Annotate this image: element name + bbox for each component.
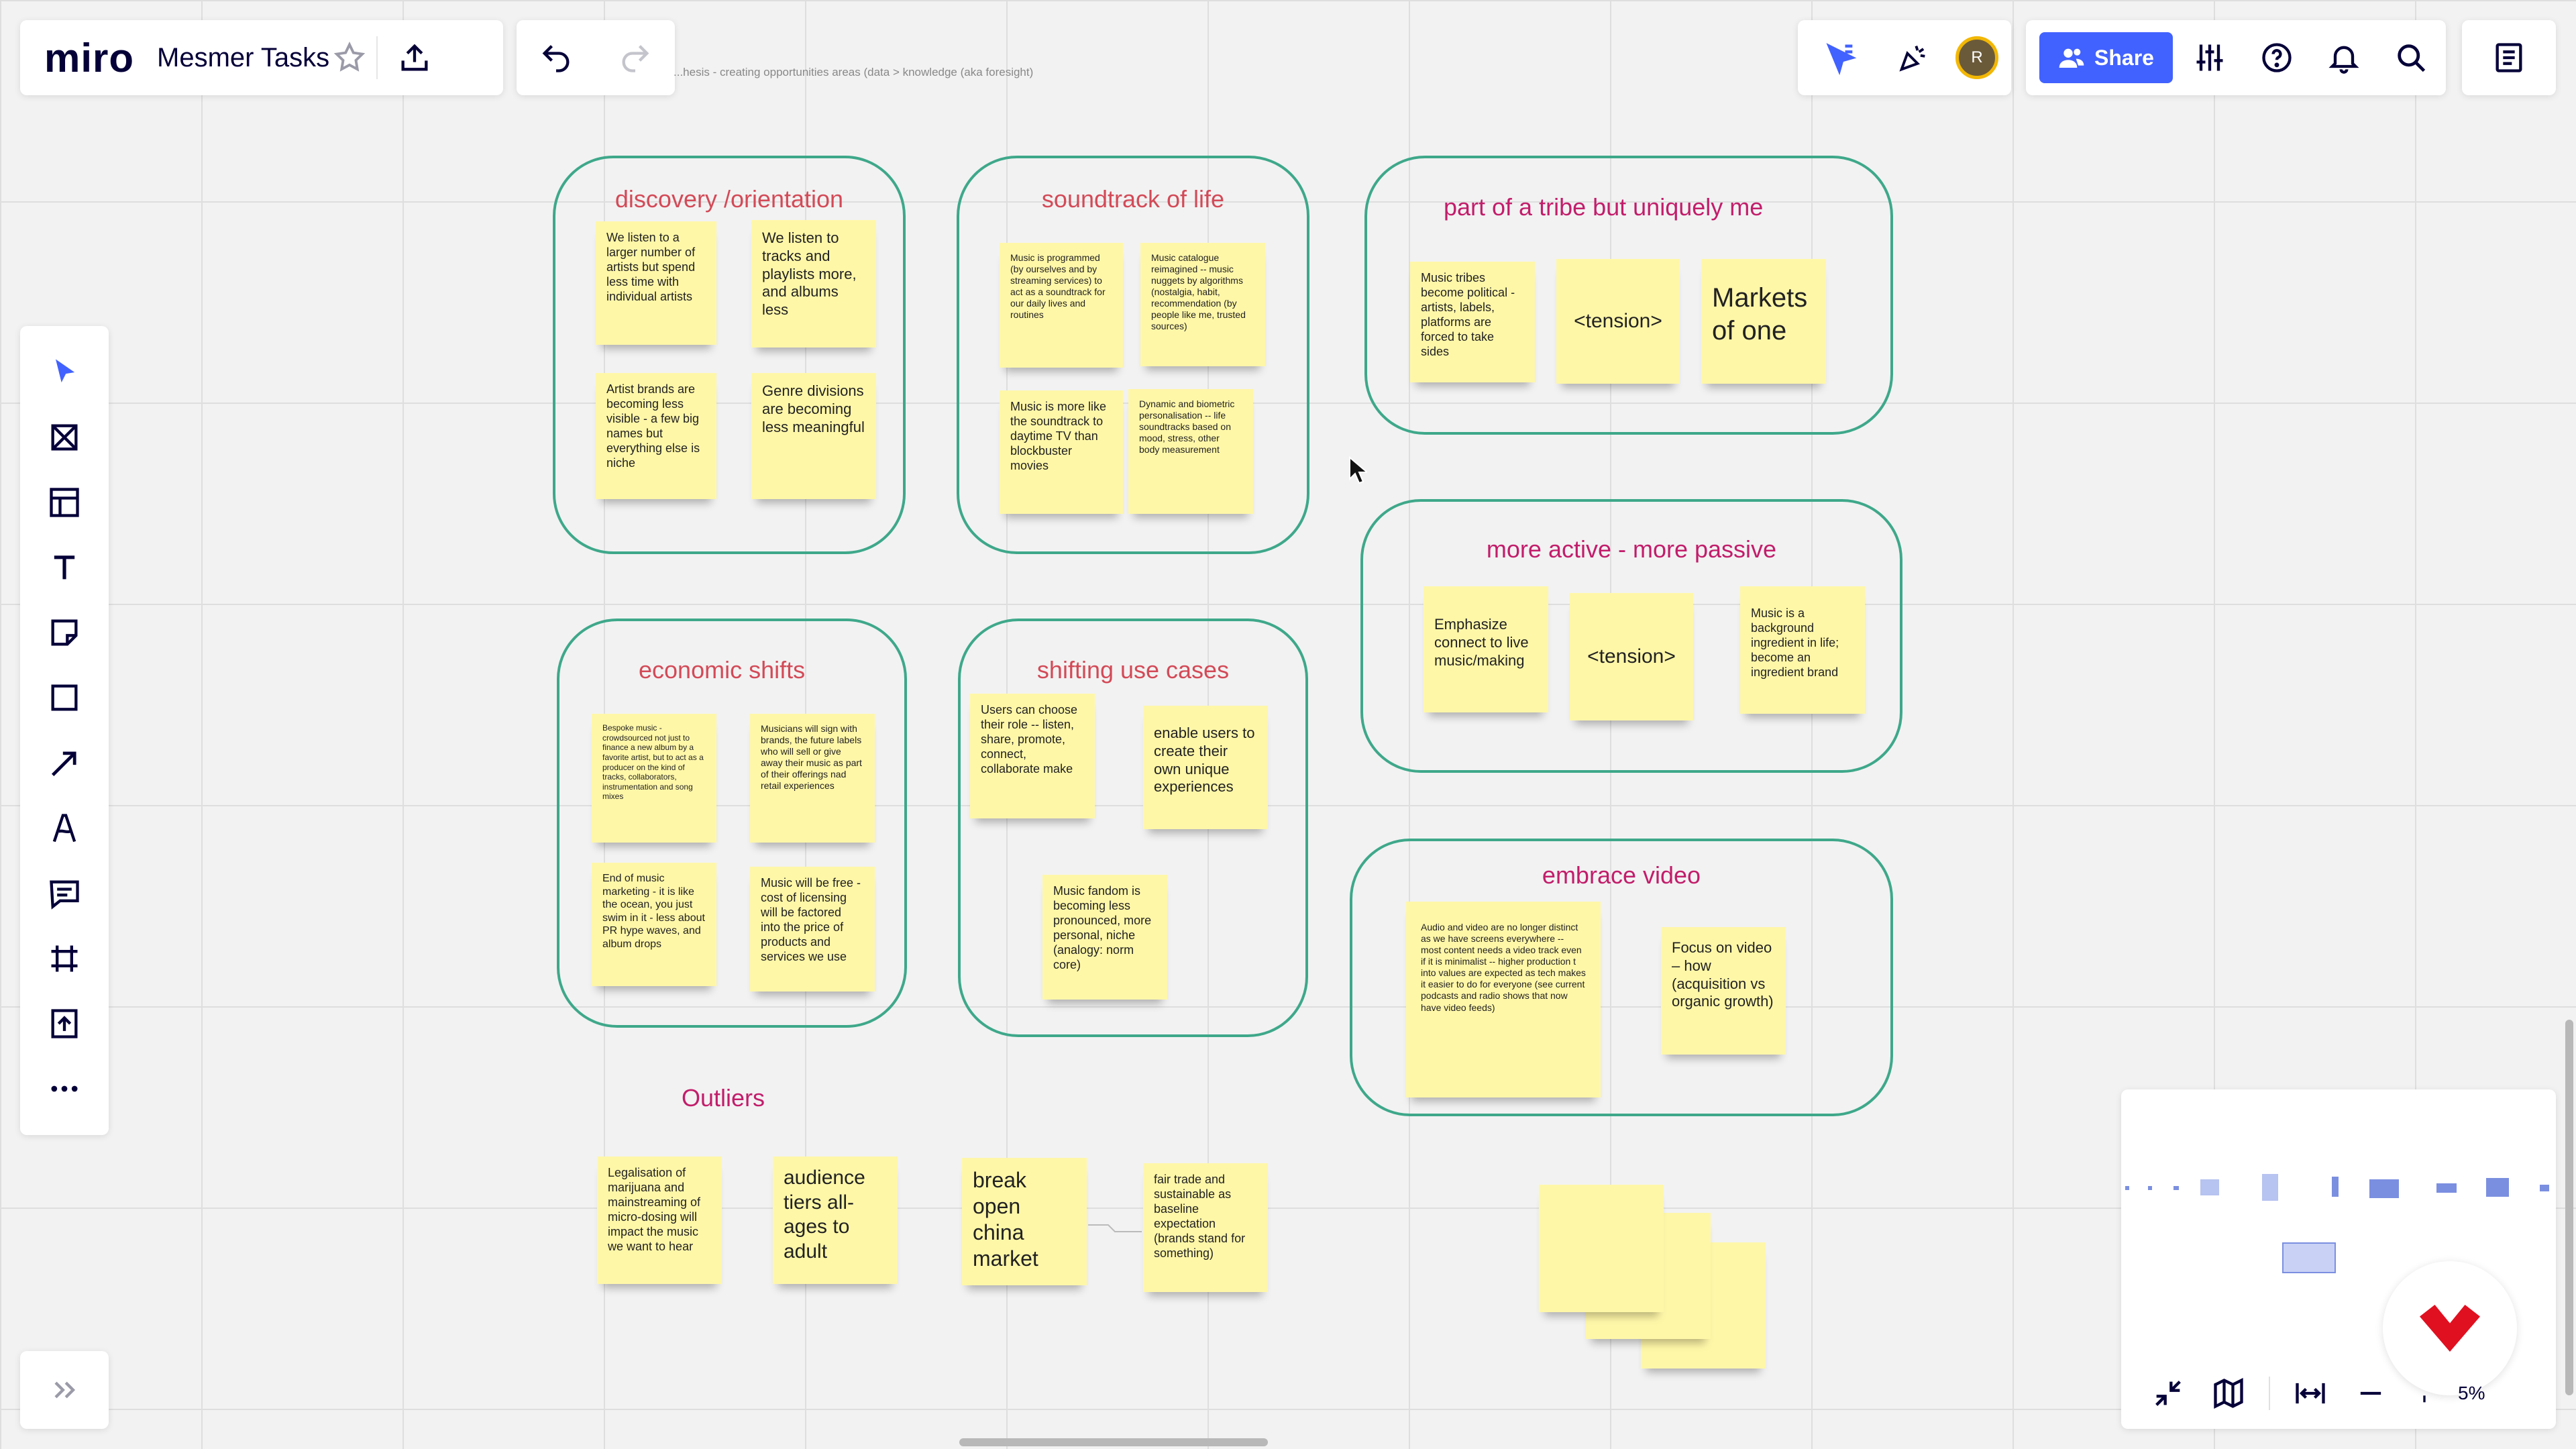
horizontal-scrollbar[interactable] xyxy=(959,1438,1268,1446)
avatar[interactable]: R xyxy=(1955,36,1998,79)
minimap-panel[interactable]: 5% xyxy=(2121,1089,2556,1429)
sticky-note[interactable]: We listen to a larger number of artists … xyxy=(596,221,716,345)
notes-list-icon[interactable] xyxy=(2479,28,2539,88)
toolbar-right-panel: Share xyxy=(2026,20,2446,95)
collab-panel: R xyxy=(1798,20,2011,95)
share-button[interactable]: Share xyxy=(2039,32,2173,83)
fit-to-screen-icon[interactable] xyxy=(2290,1363,2330,1424)
sticky-note[interactable]: Music catalogue reimagined -- music nugg… xyxy=(1140,243,1265,366)
celebrate-icon[interactable] xyxy=(1883,28,1943,88)
frame-title: soundtrack of life xyxy=(1041,185,1225,213)
sticky-note[interactable]: audience tiers all-ages to adult xyxy=(773,1157,898,1284)
sticky-note[interactable]: fair trade and sustainable as baseline e… xyxy=(1143,1163,1268,1292)
users-icon xyxy=(2059,48,2084,68)
sticky-note[interactable]: Dynamic and biometric personalisation --… xyxy=(1128,389,1253,514)
sticky-note[interactable]: Music fandom is becoming less pronounced… xyxy=(1042,875,1167,1000)
sticky-note[interactable]: End of music marketing - it is like the … xyxy=(592,863,716,986)
frame-title: shifting use cases xyxy=(1036,656,1230,684)
sticky-note[interactable]: Music tribes become political - artists,… xyxy=(1410,262,1535,382)
frame-title: part of a tribe but uniquely me xyxy=(1444,193,1764,221)
collapse-arrows-icon[interactable] xyxy=(2148,1363,2188,1424)
sticky-note[interactable]: Music is programmed (by ourselves and by… xyxy=(1000,243,1123,368)
upload-icon[interactable] xyxy=(34,994,95,1054)
frame-title: embrace video xyxy=(1542,861,1701,889)
sticky-note[interactable]: Legalisation of marijuana and mainstream… xyxy=(597,1157,722,1284)
comment-icon[interactable] xyxy=(34,863,95,924)
connector-line[interactable] xyxy=(1088,1222,1142,1236)
sticky-note[interactable]: Artist brands are becoming less visible … xyxy=(596,373,716,499)
breadcrumb[interactable]: ...hesis - creating opportunities areas … xyxy=(674,66,1033,79)
frame-tool-icon[interactable] xyxy=(34,928,95,989)
zoom-out-icon[interactable] xyxy=(2351,1363,2391,1424)
sticky-note[interactable]: Emphasize connect to live music/making xyxy=(1424,586,1548,712)
help-icon[interactable] xyxy=(2247,28,2307,88)
avatar-initial: R xyxy=(1971,48,1983,66)
frame-template-icon[interactable] xyxy=(34,407,95,468)
connection-line-icon[interactable] xyxy=(34,733,95,794)
redo-icon[interactable] xyxy=(605,28,665,88)
brand-logo-icon xyxy=(2420,1305,2480,1352)
sticky-note[interactable]: Music is more like the soundtrack to day… xyxy=(1000,390,1123,514)
search-icon[interactable] xyxy=(2381,28,2441,88)
templates-icon[interactable] xyxy=(34,472,95,533)
sticky-note[interactable]: Bespoke music - crowdsourced not just to… xyxy=(592,714,716,843)
sticky-note[interactable]: <tension> xyxy=(1570,593,1693,720)
map-icon[interactable] xyxy=(2208,1363,2249,1424)
pen-icon[interactable] xyxy=(34,798,95,859)
more-tools-icon[interactable] xyxy=(34,1059,95,1119)
divider xyxy=(2269,1377,2270,1410)
expand-panel xyxy=(20,1351,109,1429)
frame-title: discovery /orientation xyxy=(614,185,844,213)
sticky-note[interactable]: Audio and video are no longer distinct a… xyxy=(1406,902,1601,1097)
outliers-title: Outliers xyxy=(682,1084,765,1112)
sticky-note[interactable]: break open china market xyxy=(962,1158,1087,1285)
miro-logo[interactable]: miro xyxy=(44,35,134,81)
notifications-bell-icon[interactable] xyxy=(2314,28,2374,88)
star-icon[interactable] xyxy=(329,28,370,88)
sticky-note[interactable]: Users can choose their role -- listen, s… xyxy=(970,694,1095,818)
export-icon[interactable] xyxy=(384,28,445,88)
board-header-panel: miro Mesmer Tasks xyxy=(20,20,503,95)
sticky-note[interactable]: Focus on video – how (acquisition vs org… xyxy=(1661,927,1786,1055)
text-tool-icon[interactable] xyxy=(34,537,95,598)
creation-toolbar xyxy=(20,326,109,1135)
divider xyxy=(376,36,378,79)
frame-title: economic shifts xyxy=(639,656,806,684)
zoom-level[interactable]: 5% xyxy=(2458,1383,2485,1404)
sticky-note[interactable]: Music is a background ingredient in life… xyxy=(1740,586,1865,714)
sticky-note[interactable]: Musicians will sign with brands, the fut… xyxy=(750,714,875,843)
sticky-note[interactable]: <tension> xyxy=(1556,259,1680,384)
select-cursor-icon[interactable] xyxy=(34,342,95,402)
zoom-in-icon[interactable] xyxy=(2411,1363,2438,1424)
share-label: Share xyxy=(2094,45,2154,70)
vertical-scrollbar[interactable] xyxy=(2565,1020,2573,1395)
sticky-note[interactable]: Markets of one xyxy=(1701,259,1826,384)
frame-title: more active - more passive xyxy=(1486,535,1777,563)
settings-sliders-icon[interactable] xyxy=(2180,28,2240,88)
undo-redo-panel xyxy=(517,20,675,95)
expand-chevrons-icon[interactable] xyxy=(34,1360,95,1420)
notes-panel xyxy=(2462,20,2556,95)
sticky-note[interactable]: We listen to tracks and playlists more, … xyxy=(751,220,876,347)
blank-sticky-note[interactable] xyxy=(1539,1185,1664,1312)
sticky-note[interactable]: Genre divisions are becoming less meanin… xyxy=(751,373,876,499)
sticky-note[interactable]: Music will be free - cost of licensing w… xyxy=(750,867,875,991)
sticky-note[interactable]: enable users to create their own unique … xyxy=(1143,706,1268,829)
mouse-cursor-icon xyxy=(1349,456,1367,484)
zoom-controls: 5% xyxy=(2121,1358,2556,1429)
follow-cursor-icon[interactable] xyxy=(1811,28,1871,88)
board-title[interactable]: Mesmer Tasks xyxy=(157,43,329,73)
shape-tool-icon[interactable] xyxy=(34,667,95,728)
sticky-note-icon[interactable] xyxy=(34,602,95,663)
undo-icon[interactable] xyxy=(526,28,586,88)
